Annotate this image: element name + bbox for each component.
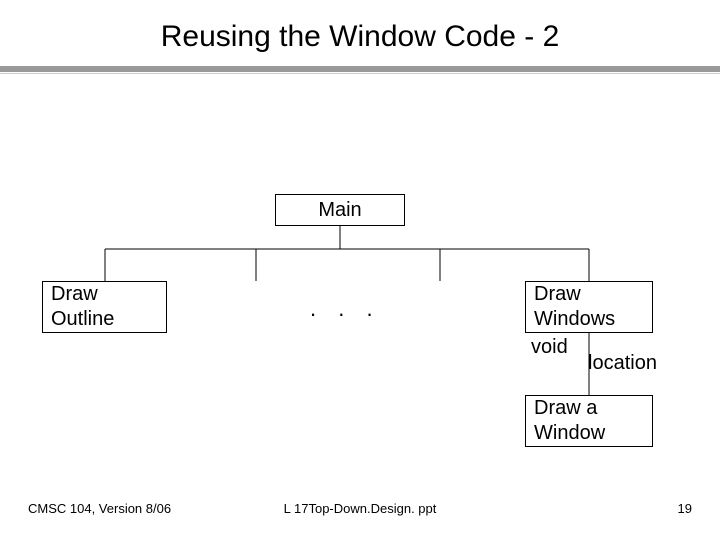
node-main: Main <box>275 194 405 226</box>
node-draw-windows: Draw Windows <box>525 281 653 333</box>
label-location: location <box>588 352 657 375</box>
footer-page-number: 19 <box>678 501 692 516</box>
node-draw-windows-label: Draw Windows <box>534 282 615 332</box>
node-draw-a-window: Draw a Window <box>525 395 653 447</box>
node-draw-outline: Draw Outline <box>42 281 167 333</box>
footer-center: L 17Top-Down.Design. ppt <box>0 501 720 516</box>
node-main-label: Main <box>318 198 361 223</box>
node-draw-outline-label: Draw Outline <box>51 282 114 332</box>
node-draw-a-window-label: Draw a Window <box>534 396 605 446</box>
node-ellipsis: . . . <box>310 296 381 322</box>
diagram-connectors <box>0 0 720 540</box>
slide: Reusing the Window Code - 2 Main Draw Ou… <box>0 0 720 540</box>
label-void: void <box>531 336 568 359</box>
